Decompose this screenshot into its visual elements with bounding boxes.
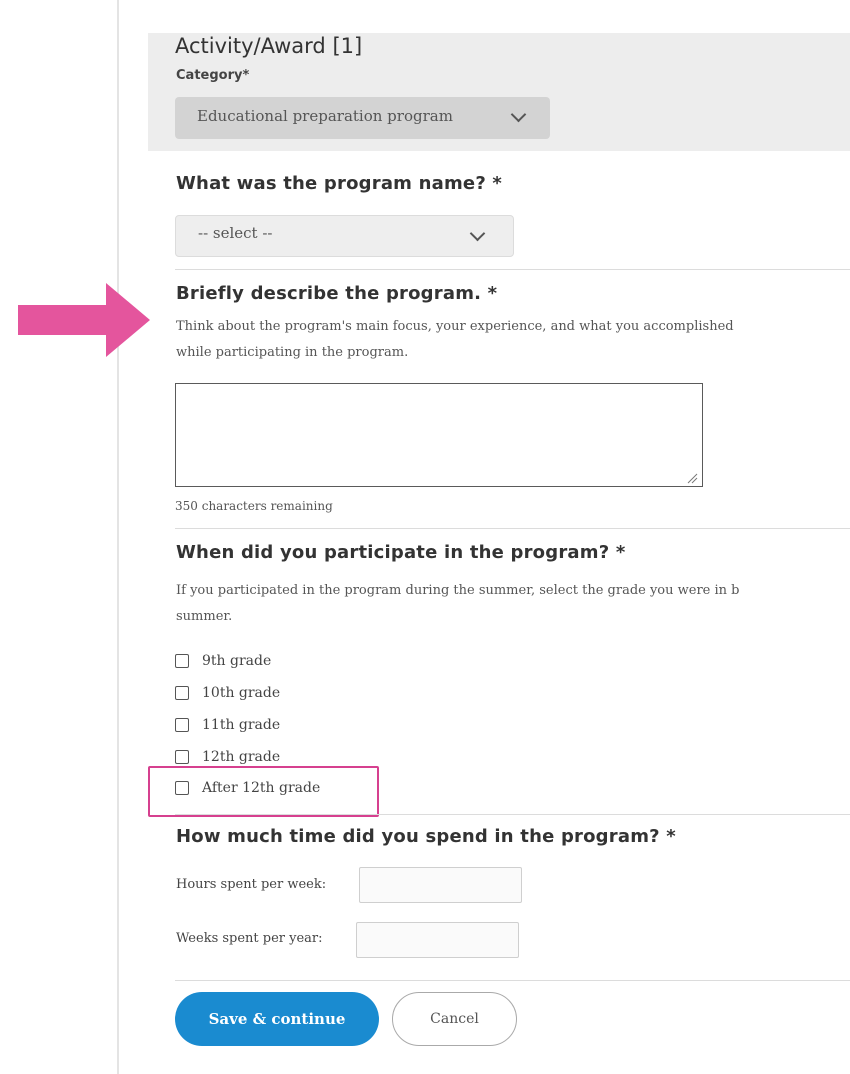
page-border (117, 0, 119, 1074)
grade-checkbox-9th[interactable]: 9th grade (175, 650, 271, 672)
divider (175, 269, 850, 270)
checkbox-unchecked-icon[interactable] (175, 718, 189, 732)
grade-checkbox-10th[interactable]: 10th grade (175, 682, 280, 704)
checkbox-unchecked-icon[interactable] (175, 750, 189, 764)
category-select-value: Educational preparation program (197, 107, 453, 125)
checkbox-unchecked-icon[interactable] (175, 686, 189, 700)
section-title: Activity/Award [1] (175, 34, 363, 58)
category-select[interactable]: Educational preparation program (175, 97, 550, 139)
time-spent-question: How much time did you spend in the progr… (176, 826, 676, 847)
program-name-select[interactable]: -- select -- (175, 215, 514, 257)
pink-arrow-right-icon (18, 283, 150, 357)
weeks-per-year-label: Weeks spent per year: (176, 931, 323, 946)
hours-per-week-label: Hours spent per week: (176, 877, 327, 892)
program-description-textarea[interactable] (175, 383, 703, 487)
program-name-select-value: -- select -- (198, 224, 273, 242)
checkbox-label: 10th grade (202, 685, 281, 701)
chevron-down-icon (510, 106, 527, 123)
hours-per-week-input[interactable] (359, 867, 522, 903)
category-label: Category* (176, 68, 250, 83)
application-form-page: Activity/Award [1] Category* Educational… (0, 0, 850, 1074)
program-name-question: What was the program name? * (176, 173, 503, 194)
characters-remaining-counter: 350 characters remaining (175, 499, 333, 513)
participation-help-line-1: If you participated in the program durin… (176, 583, 740, 598)
participation-question: When did you participate in the program?… (176, 542, 626, 563)
annotation-highlight-box (148, 766, 379, 817)
description-question: Briefly describe the program. * (176, 283, 498, 304)
description-help-line-1: Think about the program's main focus, yo… (176, 319, 734, 334)
grade-checkbox-12th[interactable]: 12th grade (175, 746, 280, 768)
save-continue-button[interactable]: Save & continue (175, 992, 379, 1046)
weeks-per-year-input[interactable] (356, 922, 519, 958)
description-help-line-2: while participating in the program. (176, 345, 409, 360)
checkbox-label: 11th grade (202, 717, 281, 733)
checkbox-unchecked-icon[interactable] (175, 654, 189, 668)
checkbox-label: 9th grade (202, 653, 272, 669)
divider (175, 980, 850, 981)
checkbox-label: 12th grade (202, 749, 281, 765)
participation-help-line-2: summer. (176, 609, 233, 624)
resize-grip-icon[interactable] (686, 472, 698, 484)
chevron-down-icon (469, 225, 486, 242)
divider (175, 814, 850, 815)
grade-checkbox-11th[interactable]: 11th grade (175, 714, 280, 736)
cancel-button[interactable]: Cancel (392, 992, 517, 1046)
divider (175, 528, 850, 529)
